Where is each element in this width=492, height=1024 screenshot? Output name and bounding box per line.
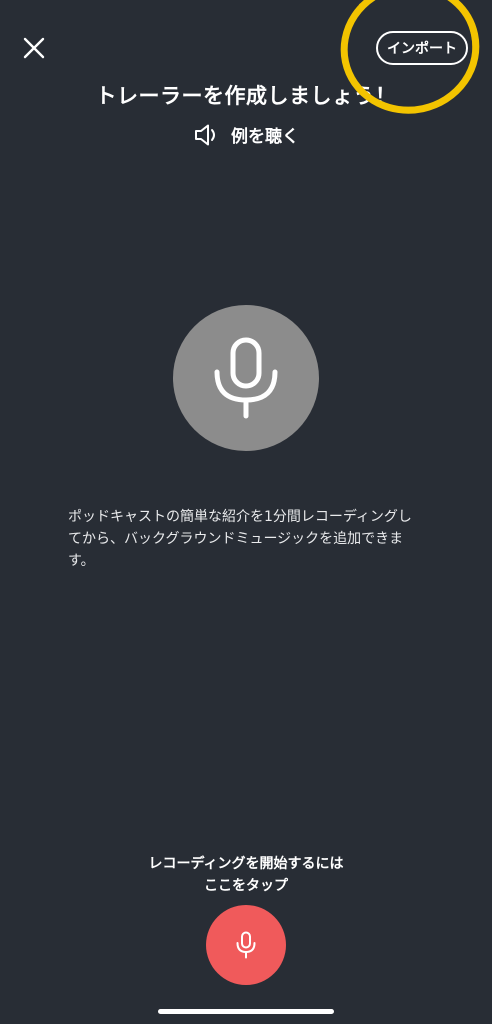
page-title: トレーラーを作成しましょう！ (95, 84, 397, 108)
close-button[interactable] (18, 32, 50, 64)
microphone-icon (236, 931, 256, 959)
listen-example-label: 例を聴く (231, 127, 299, 147)
record-instruction-line1: レコーディングを開始するには (148, 856, 344, 872)
record-button[interactable] (206, 905, 286, 985)
record-instruction: レコーディングを開始するには ここをタップ (0, 853, 492, 897)
trailer-create-screen: インポート トレーラーを作成しましょう！ 例を聴く ポッドキャストの簡単な紹介を… (0, 0, 492, 1024)
description-text: ポッドキャストの簡単な紹介を1分間レコーディングしてから、バックグラウンドミュー… (68, 509, 412, 569)
microphone-display (173, 305, 319, 451)
home-indicator[interactable] (158, 1009, 334, 1014)
close-icon (23, 37, 45, 59)
import-button[interactable]: インポート (376, 31, 468, 65)
record-instruction-line2: ここをタップ (204, 878, 288, 894)
microphone-icon (214, 337, 278, 419)
listen-example-button[interactable]: 例を聴く (0, 122, 492, 147)
speaker-icon (195, 124, 215, 145)
